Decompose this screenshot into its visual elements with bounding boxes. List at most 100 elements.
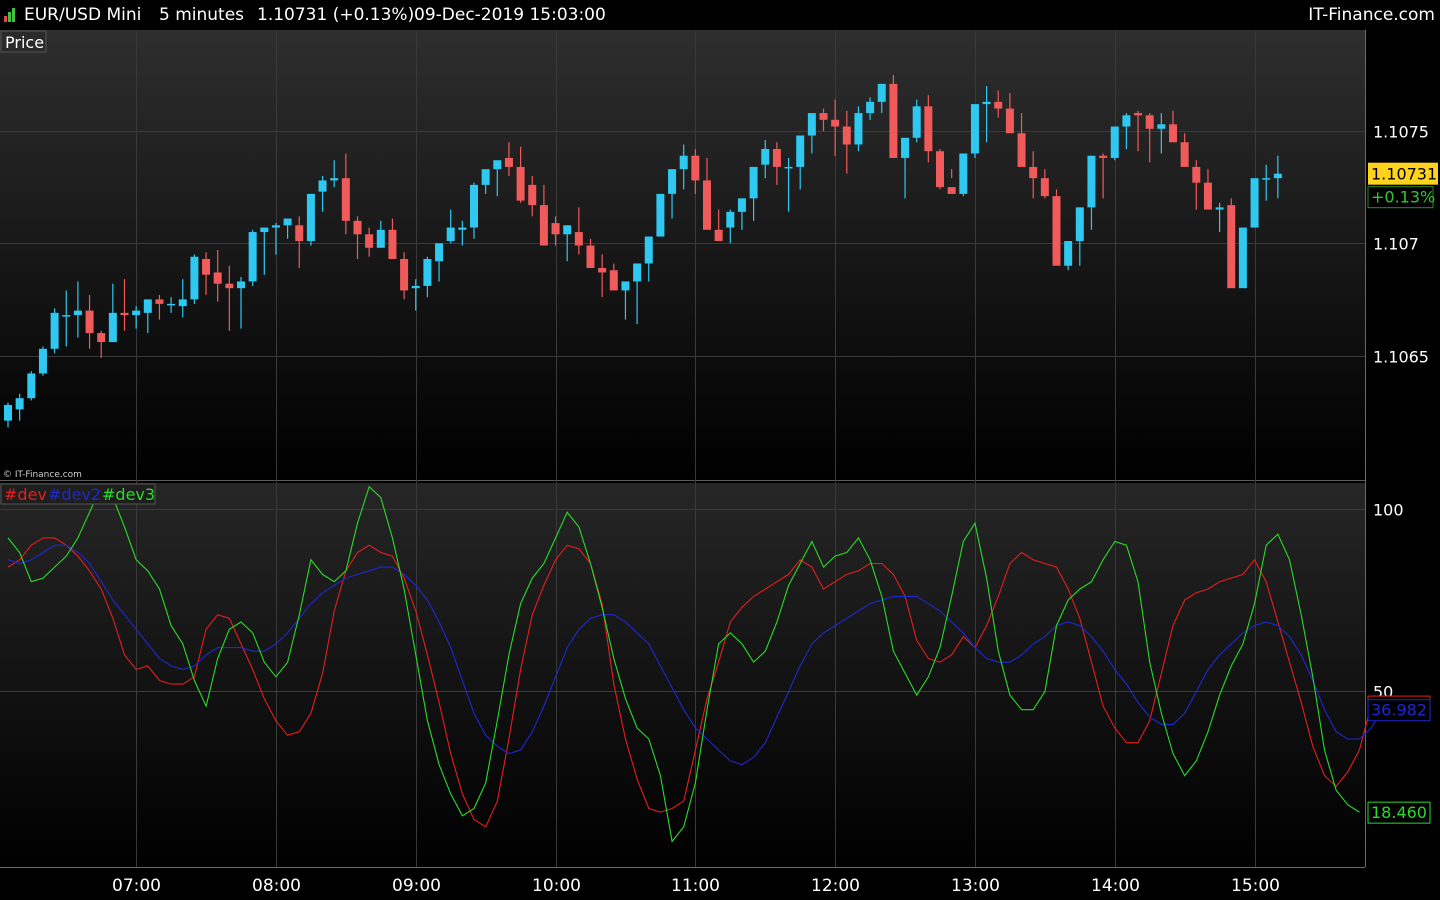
candle-body <box>889 83 898 158</box>
candle-body <box>470 184 478 228</box>
chart-area[interactable]: 07:00 08:00 09:00 10:00 11:00 12:00 13:00 14:00… <box>0 0 1440 900</box>
watermark: © IT-Finance.com <box>3 470 82 480</box>
price-panel-bg <box>0 30 1365 479</box>
candle-body <box>854 113 863 145</box>
candle-body <box>831 119 840 127</box>
x-tick-label: 14:00 <box>1091 876 1140 896</box>
candle-body <box>621 281 630 291</box>
candle-body <box>132 310 141 316</box>
candle-body <box>1250 178 1259 228</box>
legend-dev2[interactable]: #dev2 <box>48 485 101 504</box>
candle-body <box>994 101 1003 109</box>
candle-body <box>1099 155 1108 158</box>
candle-body <box>726 211 735 228</box>
candle-body <box>959 153 968 194</box>
x-tick-label: 12:00 <box>811 876 860 896</box>
legend-dev[interactable]: #dev <box>4 485 47 504</box>
candle-body <box>574 232 583 246</box>
candle-body <box>283 218 292 226</box>
last-price-label: 1.10731 <box>1371 165 1437 184</box>
candle-body <box>1180 142 1189 167</box>
candle-body <box>633 263 642 282</box>
price-panel-title: Price <box>5 33 44 52</box>
candle-body <box>1262 178 1271 180</box>
candle-body <box>260 227 269 233</box>
last-value-label: 36.982 <box>1371 701 1427 720</box>
candle-body <box>97 333 106 343</box>
candle-body <box>248 232 257 282</box>
candle-body <box>295 225 304 242</box>
x-tick-label: 11:00 <box>671 876 720 896</box>
candle-body <box>271 225 280 228</box>
candle-body <box>1238 227 1247 289</box>
candle-body <box>1169 124 1177 143</box>
candle-body <box>598 267 607 273</box>
candle-body <box>982 101 991 105</box>
candle-body <box>446 227 455 242</box>
candle-body <box>679 155 688 170</box>
candle-body <box>50 312 59 349</box>
candle-body <box>27 373 36 399</box>
candle-body <box>1005 108 1014 134</box>
candle-body <box>924 106 933 152</box>
candle-body <box>691 155 700 181</box>
candle-body <box>202 258 211 275</box>
candle-body <box>784 166 793 169</box>
last-change-label: +0.13% <box>1371 188 1435 207</box>
candle-body <box>306 193 315 242</box>
candle-body <box>365 234 374 248</box>
candle-body <box>458 227 467 230</box>
candle-body <box>644 236 653 264</box>
candle-body <box>1203 182 1212 210</box>
price-y-tick-label: 1.107 <box>1373 235 1419 254</box>
candle-body <box>38 348 47 374</box>
candle-body <box>1017 133 1026 167</box>
candle-body <box>167 303 176 306</box>
candle-body <box>120 312 129 316</box>
x-tick-label: 09:00 <box>392 876 441 896</box>
candle-body <box>819 113 828 120</box>
candle-body <box>155 299 164 304</box>
candle-body <box>551 223 560 235</box>
candle-body <box>388 229 397 259</box>
candle-body <box>1134 113 1143 116</box>
candle-body <box>318 180 327 192</box>
candle-body <box>4 404 12 421</box>
candle-body <box>504 157 513 167</box>
candle-body <box>213 272 222 284</box>
indicator-panel-bg <box>0 483 1365 867</box>
price-y-tick-label: 1.1075 <box>1373 123 1429 142</box>
candle-body <box>435 243 444 262</box>
candle-body <box>85 310 94 334</box>
candle-body <box>1192 166 1201 183</box>
candle-body <box>516 166 525 201</box>
candle-body <box>1145 115 1154 129</box>
candle-body <box>353 220 362 235</box>
x-tick-label: 10:00 <box>532 876 581 896</box>
candle-body <box>970 104 979 154</box>
candle-body <box>1029 166 1038 179</box>
candle-body <box>423 258 432 286</box>
candle-body <box>225 283 234 289</box>
candle-body <box>15 398 24 410</box>
legend-dev3[interactable]: #dev3 <box>102 485 155 504</box>
candle-body <box>796 135 805 167</box>
candle-body <box>1075 207 1084 242</box>
x-tick-label: 08:00 <box>252 876 301 896</box>
candle-body <box>493 160 502 170</box>
candle-body <box>1110 126 1119 158</box>
candle-body <box>912 106 921 138</box>
candle-body <box>1064 241 1073 266</box>
candle-body <box>178 299 187 307</box>
candle-body <box>714 229 723 242</box>
candle-body <box>563 225 572 235</box>
candle-body <box>143 299 152 313</box>
candle-body <box>62 315 71 317</box>
candle-body <box>609 270 618 291</box>
candle-body <box>330 178 339 181</box>
candle-body <box>807 113 816 136</box>
candle-body <box>737 198 746 212</box>
candle-body <box>481 169 490 185</box>
candle-body <box>73 310 82 316</box>
candle-body <box>1052 196 1061 266</box>
